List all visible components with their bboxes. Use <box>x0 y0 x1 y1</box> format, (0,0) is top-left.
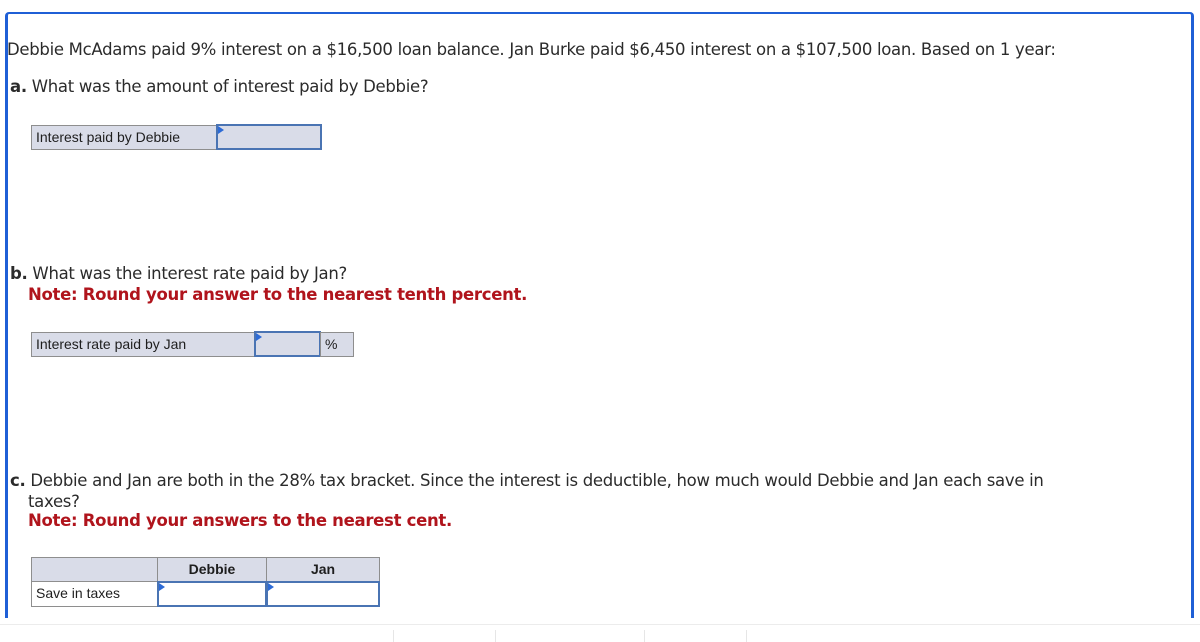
footer-divider <box>0 624 1200 625</box>
part-b-note: Note: Round your answer to the nearest t… <box>28 285 528 304</box>
part-a-question: a. What was the amount of interest paid … <box>10 76 429 98</box>
interest-paid-debbie-input[interactable] <box>216 124 322 150</box>
footer-divider <box>644 630 645 642</box>
part-c-letter: c. <box>10 471 26 490</box>
percent-unit: % <box>320 332 354 357</box>
footer-divider <box>495 630 496 642</box>
part-a-letter: a. <box>10 77 27 96</box>
debbie-tax-savings-field[interactable] <box>159 583 265 605</box>
part-b-text: What was the interest rate paid by Jan? <box>27 264 347 283</box>
save-in-taxes-label: Save in taxes <box>31 581 158 607</box>
problem-intro: Debbie McAdams paid 9% interest on a $16… <box>7 40 1056 59</box>
interest-rate-jan-label: Interest rate paid by Jan <box>31 332 255 357</box>
jan-tax-savings-input[interactable] <box>266 581 380 607</box>
interest-paid-debbie-label: Interest paid by Debbie <box>31 125 218 150</box>
table-header-blank <box>31 557 158 582</box>
debbie-tax-savings-input[interactable] <box>157 581 267 607</box>
part-c-note: Note: Round your answers to the nearest … <box>28 511 452 530</box>
jan-tax-savings-field[interactable] <box>268 583 378 605</box>
footer-divider <box>746 630 747 642</box>
column-header-jan: Jan <box>266 557 380 582</box>
interest-paid-debbie-field[interactable] <box>218 126 320 148</box>
part-c-question: c. Debbie and Jan are both in the 28% ta… <box>10 470 1044 492</box>
footer-divider <box>393 630 394 642</box>
part-a-text: What was the amount of interest paid by … <box>26 77 429 96</box>
column-header-debbie: Debbie <box>157 557 267 582</box>
interest-rate-jan-field[interactable] <box>256 333 319 355</box>
part-b-letter: b. <box>10 264 28 283</box>
interest-rate-jan-input[interactable] <box>254 331 321 357</box>
part-c-text: Debbie and Jan are both in the 28% tax b… <box>25 471 1044 490</box>
part-b-question: b. What was the interest rate paid by Ja… <box>10 263 347 285</box>
